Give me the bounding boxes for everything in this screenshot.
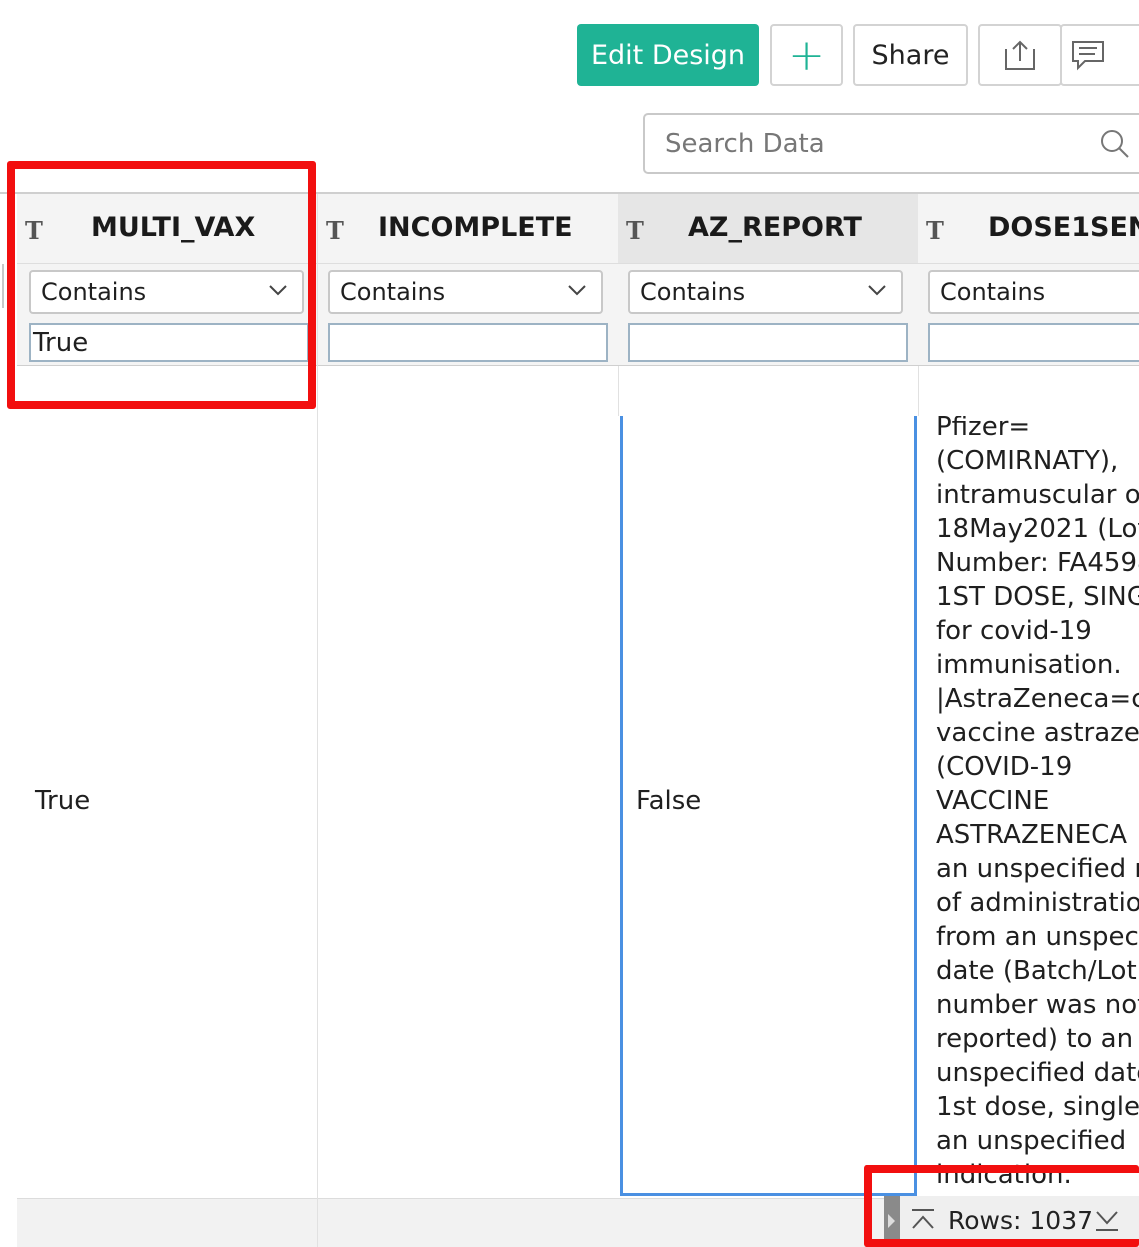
cell-line: (COMIRNATY), bbox=[936, 446, 1119, 476]
chevron-down-icon bbox=[868, 285, 886, 296]
cell-line: intramuscular on bbox=[936, 480, 1139, 510]
cell-line: number was not bbox=[936, 990, 1139, 1020]
cell-line: an unspecified ro bbox=[936, 854, 1139, 884]
cell-line: Pfizer= bbox=[936, 416, 1031, 442]
cell-line: 18May2021 (Lot bbox=[936, 514, 1139, 544]
scroll-to-top-icon[interactable] bbox=[910, 1206, 936, 1236]
cell-line: 1ST DOSE, SING bbox=[936, 582, 1139, 612]
row-count: Rows: 1037 bbox=[948, 1206, 1094, 1235]
column-footer bbox=[318, 1198, 618, 1247]
filter-row: Contains bbox=[318, 264, 618, 366]
filter-value-input[interactable] bbox=[328, 323, 608, 362]
filter-operator-select[interactable]: Contains bbox=[628, 270, 903, 314]
filter-row: Contains True bbox=[17, 264, 317, 366]
column-incomplete: T INCOMPLETE Contains bbox=[318, 194, 619, 1247]
table-cell[interactable]: False bbox=[618, 416, 918, 1198]
cell-line: vaccine astrazen bbox=[936, 718, 1139, 748]
column-footer bbox=[618, 1198, 918, 1247]
cell-line: of administration bbox=[936, 888, 1139, 918]
column-title: DOSE1SENT bbox=[988, 212, 1139, 243]
column-title: INCOMPLETE bbox=[378, 212, 573, 243]
filter-value-input[interactable]: True bbox=[29, 323, 309, 362]
cell-line: from an unspecif bbox=[936, 922, 1139, 952]
text-type-icon: T bbox=[25, 216, 43, 245]
column-title: MULTI_VAX bbox=[91, 212, 256, 243]
cell-line: Number: FA4598 bbox=[936, 548, 1139, 578]
cell-line: VACCINE bbox=[936, 786, 1050, 816]
filter-operator-select[interactable]: Contains bbox=[928, 270, 1139, 314]
column-title: AZ_REPORT bbox=[688, 212, 862, 243]
filter-operator-select[interactable]: Contains bbox=[328, 270, 603, 314]
filter-operator-select[interactable]: Contains bbox=[29, 270, 304, 314]
cell-line: an unspecified bbox=[936, 1126, 1127, 1156]
edit-design-button[interactable]: Edit Design bbox=[577, 24, 759, 86]
cell-line: |AstraZeneca=co bbox=[936, 684, 1139, 714]
column-header[interactable]: T DOSE1SENT bbox=[918, 194, 1139, 264]
chevron-down-icon bbox=[568, 285, 586, 296]
scroll-to-bottom-icon[interactable] bbox=[1094, 1206, 1120, 1236]
column-az-report: T AZ_REPORT Contains False bbox=[618, 194, 919, 1247]
table-cell[interactable] bbox=[318, 416, 618, 1198]
cell-value: True bbox=[35, 786, 91, 816]
filter-row: Contains bbox=[918, 264, 1139, 366]
export-button[interactable] bbox=[978, 24, 1062, 86]
data-grid: T MULTI_VAX Contains True True T INCOMPL… bbox=[0, 192, 1139, 1247]
search-box[interactable] bbox=[643, 113, 1139, 174]
expand-handle[interactable] bbox=[884, 1196, 900, 1247]
chevron-down-icon bbox=[269, 285, 287, 296]
table-cell[interactable]: Pfizer= (COMIRNATY), intramuscular on 18… bbox=[918, 416, 1139, 1198]
filter-operator-value: Contains bbox=[340, 278, 446, 306]
cell-line: unspecified date bbox=[936, 1058, 1139, 1088]
cell-value: Pfizer= (COMIRNATY), intramuscular on 18… bbox=[936, 416, 1139, 1192]
filter-value-input[interactable] bbox=[628, 323, 908, 362]
search-input[interactable] bbox=[665, 125, 1085, 163]
filter-operator-value: Contains bbox=[940, 278, 1046, 306]
search-icon[interactable] bbox=[1100, 129, 1130, 159]
table-cell[interactable]: True bbox=[17, 416, 317, 1198]
cell-line: for covid-19 bbox=[936, 616, 1092, 646]
column-header[interactable]: T MULTI_VAX bbox=[17, 194, 317, 264]
share-button[interactable]: Share bbox=[853, 24, 968, 86]
filter-operator-value: Contains bbox=[41, 278, 147, 306]
cell-line: indication. bbox=[936, 1160, 1072, 1190]
add-button[interactable]: + bbox=[770, 24, 843, 86]
text-type-icon: T bbox=[326, 216, 344, 245]
text-type-icon: T bbox=[626, 216, 644, 245]
column-dose1sent: T DOSE1SENT Contains Pfizer= (COMIRNATY)… bbox=[918, 194, 1139, 1247]
cell-line: 1st dose, single f bbox=[936, 1092, 1139, 1122]
left-column-stub bbox=[0, 264, 4, 308]
cell-value: False bbox=[636, 786, 702, 816]
cell-line: reported) to an bbox=[936, 1024, 1134, 1054]
filter-row: Contains bbox=[618, 264, 918, 366]
text-type-icon: T bbox=[926, 216, 944, 245]
cell-line: ASTRAZENECA bbox=[936, 820, 1128, 850]
comment-icon bbox=[1072, 41, 1104, 71]
export-icon bbox=[1005, 40, 1035, 70]
column-header[interactable]: T INCOMPLETE bbox=[318, 194, 618, 264]
column-header[interactable]: T AZ_REPORT bbox=[618, 194, 918, 264]
filter-operator-value: Contains bbox=[640, 278, 746, 306]
filter-value-input[interactable] bbox=[928, 323, 1139, 362]
cell-line: (COVID-19 bbox=[936, 752, 1073, 782]
cell-line: immunisation. bbox=[936, 650, 1122, 680]
app-root: Edit Design + Share T MULTI_VAX bbox=[0, 0, 1139, 1247]
column-multi-vax: T MULTI_VAX Contains True True bbox=[17, 194, 318, 1247]
column-footer bbox=[17, 1198, 317, 1247]
cell-line: date (Batch/Lot bbox=[936, 956, 1137, 986]
comment-button[interactable] bbox=[1060, 24, 1139, 86]
rows-counter-bar: Rows: 1037 bbox=[884, 1196, 1139, 1247]
